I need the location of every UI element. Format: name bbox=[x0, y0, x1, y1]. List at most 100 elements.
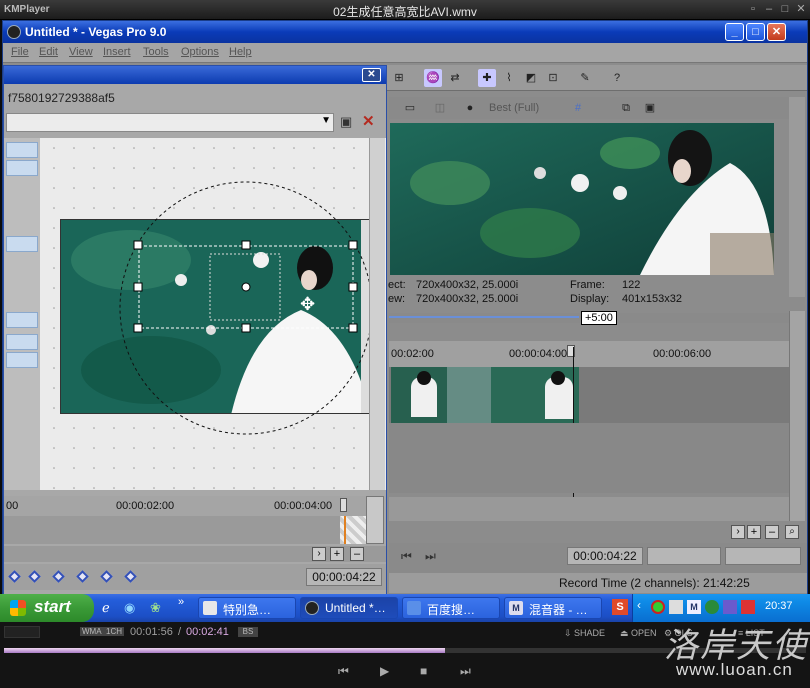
tray-mixer-icon[interactable]: M bbox=[687, 600, 701, 614]
menu-edit[interactable]: Edit bbox=[39, 46, 58, 58]
timeline-ruler[interactable]: 00:02:00 00:00:04:00 00:00:06:00 bbox=[389, 341, 789, 367]
vegas-title-bar[interactable]: Untitled * - Vegas Pro 9.0 _ □ ✕ bbox=[3, 21, 807, 43]
zoom-out-icon[interactable]: – bbox=[350, 547, 364, 561]
video-event-crossfade[interactable] bbox=[447, 367, 491, 423]
kmplayer-stop-icon[interactable]: ■ bbox=[420, 664, 427, 678]
keyframe-delete-icon[interactable] bbox=[76, 570, 89, 583]
timeline-lower-track[interactable] bbox=[389, 497, 789, 521]
menu-tools[interactable]: Tools bbox=[143, 46, 169, 58]
preview-grid-icon[interactable]: # bbox=[569, 99, 587, 117]
tray-security-icon[interactable] bbox=[651, 600, 665, 614]
keyframe-next-icon[interactable] bbox=[100, 570, 113, 583]
tray-network-icon[interactable] bbox=[669, 600, 683, 614]
next-frame-icon[interactable]: ⏭ bbox=[425, 549, 436, 564]
preview-copy-snapshot-icon[interactable]: ⧉ bbox=[617, 99, 635, 117]
taskbar-task[interactable]: Untitled *… bbox=[300, 597, 398, 619]
selection-length-time[interactable] bbox=[725, 547, 801, 565]
preview-split-icon[interactable]: ◫ bbox=[431, 99, 449, 117]
menu-file[interactable]: File bbox=[11, 46, 29, 58]
video-track[interactable] bbox=[389, 347, 789, 517]
tray-collapse-icon[interactable]: ‹ bbox=[637, 598, 641, 612]
scroll-right-icon[interactable]: › bbox=[731, 525, 745, 539]
video-event-thumbnail[interactable] bbox=[391, 367, 447, 423]
toolbar-paint-icon[interactable]: ✎ bbox=[576, 69, 594, 87]
keyframe-last-icon[interactable] bbox=[124, 570, 137, 583]
tray-s-icon[interactable]: S bbox=[612, 599, 628, 615]
keyframe-prev-icon[interactable] bbox=[28, 570, 41, 583]
tray-clock[interactable]: 20:37 bbox=[765, 600, 793, 612]
taskbar-task[interactable]: 特别急… bbox=[198, 597, 296, 619]
menu-insert[interactable]: Insert bbox=[103, 46, 131, 58]
keyframe-first-icon[interactable] bbox=[8, 570, 21, 583]
audio-format-badge: WMA bbox=[80, 627, 104, 636]
zoom-out-icon[interactable]: – bbox=[765, 525, 779, 539]
quicklaunch-ie-icon[interactable]: ℯ bbox=[102, 600, 110, 616]
previous-frame-icon[interactable]: ⏮ bbox=[401, 549, 412, 564]
task-label: 特别急… bbox=[223, 603, 272, 617]
pan-crop-close-button[interactable]: ✕ bbox=[362, 68, 381, 82]
vegas-maximize-button[interactable]: □ bbox=[746, 23, 765, 41]
save-preset-icon[interactable]: ▣ bbox=[340, 114, 356, 130]
pan-crop-selection-overlay[interactable]: ✥ bbox=[4, 138, 386, 490]
tray-app-icon[interactable] bbox=[723, 600, 737, 614]
preview-overlays-icon[interactable]: ● bbox=[461, 99, 479, 117]
tray-globe-icon[interactable] bbox=[705, 600, 719, 614]
audio-track[interactable] bbox=[389, 423, 789, 493]
keyframe-cursor-handle[interactable] bbox=[340, 498, 347, 512]
keyframe-track-scrollbar[interactable] bbox=[366, 496, 384, 544]
vegas-close-button[interactable]: ✕ bbox=[767, 23, 786, 41]
keyframe-add-icon[interactable] bbox=[52, 570, 65, 583]
kmplayer-shade-button[interactable]: ⇩ SHADE bbox=[564, 628, 605, 639]
menu-options[interactable]: Options bbox=[181, 46, 219, 58]
preview-save-snapshot-icon[interactable]: ▣ bbox=[641, 99, 659, 117]
start-button[interactable]: start bbox=[0, 594, 94, 622]
toolbar-auto-ripple-icon[interactable]: ⇄ bbox=[446, 69, 464, 87]
menu-help[interactable]: Help bbox=[229, 46, 252, 58]
pan-crop-keyframe-track[interactable] bbox=[4, 516, 366, 544]
kmplayer-title-bar[interactable]: KMPlayer 02生成任意高宽比AVI.wmv ▫ – □ ✕ bbox=[0, 0, 810, 20]
preview-external-monitor-icon[interactable]: ▭ bbox=[401, 99, 419, 117]
tray-antivirus-icon[interactable] bbox=[741, 600, 755, 614]
timeline-current-time[interactable]: 00:00:04:22 bbox=[567, 547, 643, 565]
pan-crop-vertical-scrollbar[interactable] bbox=[369, 138, 385, 490]
preview-quality-select[interactable]: Best (Full) bbox=[489, 102, 539, 114]
pan-crop-title-bar[interactable]: ✕ bbox=[4, 66, 386, 84]
kmplayer-skin-icon[interactable]: ▫ bbox=[746, 3, 760, 16]
kmplayer-play-icon[interactable]: ▶ bbox=[380, 664, 389, 678]
timeline-vertical-scrollbar[interactable] bbox=[789, 311, 805, 521]
preview-side-scrollbar[interactable] bbox=[789, 97, 805, 297]
menu-view[interactable]: View bbox=[69, 46, 93, 58]
zoom-tool-icon[interactable]: ⌕ bbox=[785, 525, 799, 539]
pan-crop-dialog: ✕ f7580192729388af5 ▼ ▣ ✕ ✥ 00 00:00:02:… bbox=[3, 65, 387, 595]
vegas-minimize-button[interactable]: _ bbox=[725, 23, 744, 41]
kmplayer-close-icon[interactable]: ✕ bbox=[794, 3, 808, 16]
kmplayer-maximize-icon[interactable]: □ bbox=[778, 3, 792, 16]
kmplayer-next-icon[interactable]: ⏭ bbox=[460, 664, 471, 679]
toolbar-snap-icon[interactable]: ⊞ bbox=[390, 69, 408, 87]
delete-preset-icon[interactable]: ✕ bbox=[362, 112, 378, 130]
pan-crop-preset-dropdown[interactable]: ▼ bbox=[6, 113, 334, 132]
taskbar-task[interactable]: 百度搜… bbox=[402, 597, 500, 619]
ruler-tick-label: 00 bbox=[6, 500, 19, 512]
toolbar-envelope-edit-icon[interactable]: ⌇ bbox=[500, 69, 518, 87]
selection-start-time[interactable] bbox=[647, 547, 721, 565]
zoom-in-icon[interactable]: + bbox=[747, 525, 761, 539]
taskbar-task[interactable]: M 混音器 - … bbox=[504, 597, 602, 619]
quicklaunch-browser-icon[interactable]: ◉ bbox=[124, 600, 135, 616]
pan-crop-ruler[interactable]: 00 00:00:02:00 00:00:04:00 bbox=[4, 496, 366, 516]
zoom-in-icon[interactable]: + bbox=[330, 547, 344, 561]
kmplayer-subtitle-icon[interactable]: BS bbox=[238, 627, 258, 637]
toolbar-normal-edit-icon[interactable]: ✚ bbox=[478, 69, 496, 87]
quicklaunch-app-icon[interactable]: ❀ bbox=[150, 600, 161, 616]
video-event-thumbnail[interactable] bbox=[491, 367, 579, 423]
scroll-right-icon[interactable]: › bbox=[312, 547, 326, 561]
toolbar-help-icon[interactable]: ? bbox=[608, 69, 626, 87]
kmplayer-minimize-icon[interactable]: – bbox=[762, 3, 776, 16]
kmplayer-prev-icon[interactable]: ⏮ bbox=[338, 664, 349, 679]
toolbar-envelope-icon[interactable]: ♒ bbox=[424, 69, 442, 87]
kmplayer-open-button[interactable]: ⏏ OPEN bbox=[620, 628, 657, 639]
pan-crop-current-time[interactable]: 00:00:04:22 bbox=[306, 568, 382, 586]
toolbar-zoom-icon[interactable]: ⊡ bbox=[544, 69, 562, 87]
quicklaunch-more-icon[interactable]: » bbox=[178, 596, 184, 608]
toolbar-selection-edit-icon[interactable]: ◩ bbox=[522, 69, 540, 87]
